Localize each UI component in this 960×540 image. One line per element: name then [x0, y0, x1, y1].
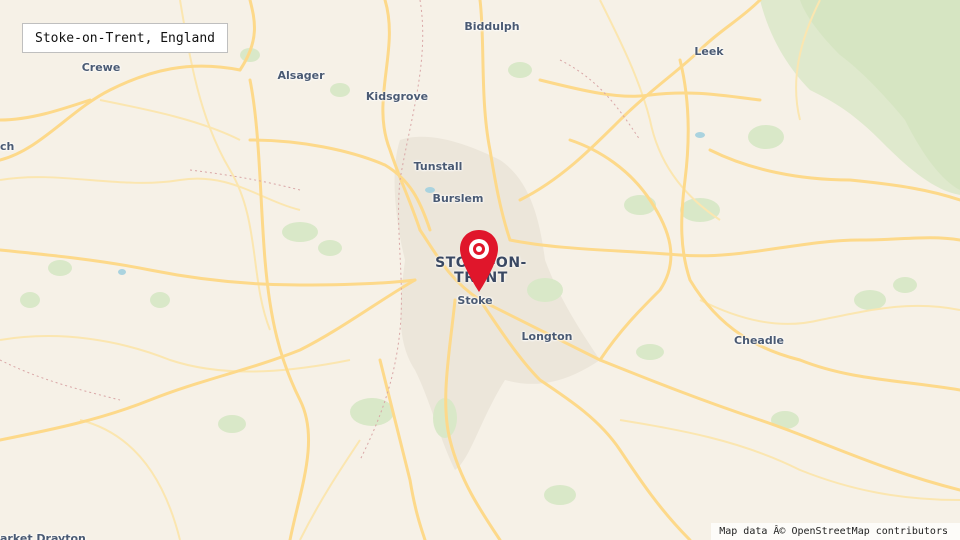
map-pin-icon[interactable]: [457, 228, 501, 294]
place-label-tunstall: Tunstall: [413, 160, 463, 173]
place-label-biddulph: Biddulph: [464, 20, 520, 33]
map-attribution: Map data Â© OpenStreetMap contributors: [711, 523, 960, 540]
place-label-burslem: Burslem: [432, 192, 484, 205]
place-label-longton: Longton: [521, 330, 573, 343]
place-label-kidsgrove: Kidsgrove: [365, 90, 429, 103]
place-label-leek: Leek: [694, 45, 724, 58]
place-label-crewe: Crewe: [81, 61, 121, 74]
place-label-stoke: Stoke: [457, 294, 493, 307]
place-label-market-drayton-partial: arket Drayton: [0, 532, 86, 540]
location-search-text: Stoke-on-Trent, England: [35, 31, 216, 46]
place-label-nantwich-partial: ch: [0, 140, 15, 153]
place-label-alsager: Alsager: [277, 69, 325, 82]
location-search-box[interactable]: Stoke-on-Trent, England: [22, 23, 229, 53]
place-label-cheadle: Cheadle: [734, 334, 784, 347]
map-canvas[interactable]: Stoke-on-Trent, England Biddulph Leek Cr…: [0, 0, 960, 540]
